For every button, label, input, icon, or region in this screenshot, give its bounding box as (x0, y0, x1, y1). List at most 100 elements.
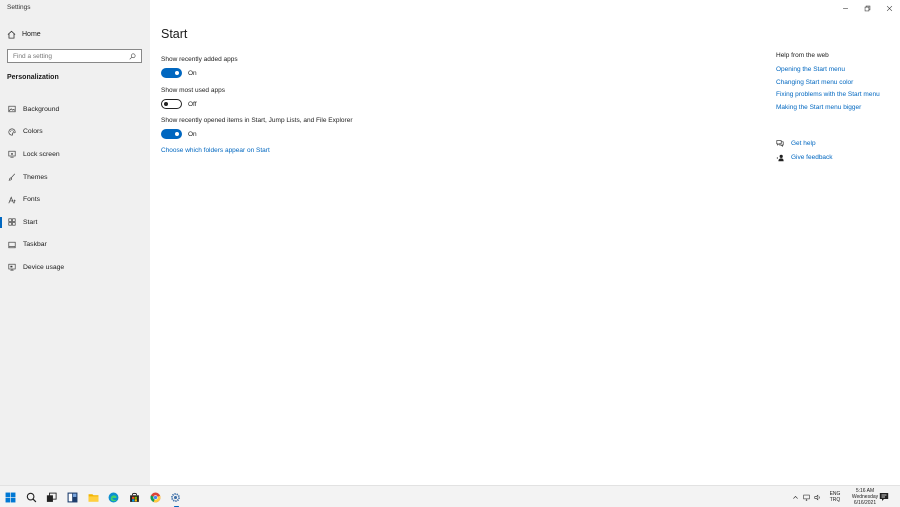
file-explorer-icon (88, 493, 99, 502)
chrome-icon (150, 492, 161, 502)
restore-button[interactable] (856, 0, 878, 16)
toggle-state-label: Off (188, 100, 197, 108)
setting-label-recently-added: Show recently added apps (161, 56, 238, 63)
sidebar-item-fonts[interactable]: Fonts (0, 188, 150, 211)
get-help-button[interactable]: Get help (776, 136, 833, 151)
font-icon (8, 196, 16, 203)
help-title: Help from the web (776, 52, 829, 59)
nav-home[interactable]: Home (0, 27, 150, 41)
restore-icon (864, 5, 870, 11)
sidebar-item-themes[interactable]: Themes (0, 166, 150, 189)
home-icon (7, 30, 16, 39)
toggle-knob (164, 102, 168, 106)
help-link-making-bigger[interactable]: Making the Start menu bigger (776, 103, 900, 116)
sidebar: Settings Home Personalization Background… (0, 0, 150, 485)
taskbar-edge-button[interactable] (103, 486, 124, 507)
choose-folders-link[interactable]: Choose which folders appear on Start (161, 147, 270, 154)
device-usage-icon (8, 264, 16, 271)
minimize-button[interactable] (834, 0, 856, 16)
clock-button[interactable]: 5:16 AM Wednesday 6/16/2021 (848, 488, 882, 507)
toggle-state-label: On (188, 130, 197, 138)
help-panel: Help from the web Opening the Start menu… (776, 52, 900, 161)
taskbar-start-button[interactable] (0, 486, 21, 507)
toggle-most-used-apps[interactable] (161, 99, 182, 109)
input-language-button[interactable]: ENG TRQ (827, 491, 843, 503)
toggle-recently-opened-items[interactable] (161, 129, 182, 139)
sidebar-item-label: Lock screen (23, 150, 60, 158)
nav-list: Background Colors Lock screen Themes Fon… (0, 98, 150, 279)
give-feedback-button[interactable]: Give feedback (776, 151, 833, 166)
sidebar-item-label: Themes (23, 173, 48, 181)
settings-gear-icon (171, 492, 181, 502)
close-icon (886, 5, 892, 11)
help-link-changing-color[interactable]: Changing Start menu color (776, 78, 900, 91)
taskbar-task-view-button[interactable] (41, 486, 62, 507)
toggle-row-most-used: Off (161, 99, 197, 109)
get-help-label[interactable]: Get help (791, 140, 816, 147)
window-title: Settings (7, 4, 31, 11)
picture-icon (8, 106, 16, 113)
palette-icon (8, 128, 16, 136)
sidebar-item-label: Taskbar (23, 241, 47, 249)
task-view-icon (47, 492, 57, 502)
main-content: Start Show recently added apps On Show m… (150, 0, 900, 485)
chevron-up-icon (793, 495, 798, 499)
taskbar-settings-button[interactable] (166, 486, 187, 507)
chat-help-icon (776, 140, 784, 148)
search-box[interactable] (7, 49, 142, 63)
give-feedback-label[interactable]: Give feedback (791, 154, 833, 161)
keyboard-layout: TRQ (829, 497, 841, 503)
taskbar-store-button[interactable] (124, 486, 145, 507)
sidebar-item-background[interactable]: Background (0, 98, 150, 121)
network-icon (803, 494, 810, 501)
lock-screen-icon (8, 151, 16, 159)
window-controls (834, 0, 900, 16)
nav-home-label: Home (22, 30, 41, 38)
help-links: Opening the Start menu Changing Start me… (776, 65, 900, 115)
edge-icon (108, 492, 119, 502)
system-tray: ENG TRQ 5:16 AM Wednesday 6/16/2021 (790, 486, 882, 507)
sidebar-item-label: Background (23, 105, 60, 113)
taskbar-search-button[interactable] (21, 486, 42, 507)
toggle-knob (175, 132, 179, 136)
sidebar-item-label: Fonts (23, 196, 40, 204)
search-icon (26, 492, 36, 502)
toggle-recently-added-apps[interactable] (161, 68, 182, 78)
sidebar-item-start[interactable]: Start (0, 211, 150, 234)
volume-button[interactable] (812, 486, 823, 507)
help-link-fixing-problems[interactable]: Fixing problems with the Start menu (776, 90, 900, 103)
feedback-icon (776, 154, 784, 161)
taskbar-file-explorer-button[interactable] (83, 486, 104, 507)
taskbar-apps (0, 486, 186, 507)
network-button[interactable] (801, 486, 812, 507)
notification-center-button[interactable] (878, 491, 890, 503)
sidebar-item-label: Start (23, 218, 38, 226)
widgets-icon (67, 492, 78, 502)
taskbar-widgets-button[interactable] (62, 486, 83, 507)
section-label: Personalization (7, 74, 59, 81)
taskbar-icon (8, 241, 16, 248)
brush-icon (8, 173, 16, 181)
setting-label-most-used: Show most used apps (161, 87, 225, 94)
taskbar: ENG TRQ 5:16 AM Wednesday 6/16/2021 (0, 485, 900, 507)
sidebar-item-colors[interactable]: Colors (0, 121, 150, 144)
search-icon[interactable] (129, 53, 136, 60)
toggle-row-recently-opened: On (161, 129, 197, 139)
sidebar-item-label: Device usage (23, 263, 65, 271)
toggle-knob (175, 71, 179, 75)
sidebar-item-device-usage[interactable]: Device usage (0, 256, 150, 279)
close-button[interactable] (878, 0, 900, 16)
start-layout-icon (8, 218, 16, 226)
sidebar-item-taskbar[interactable]: Taskbar (0, 234, 150, 257)
sidebar-item-label: Colors (23, 128, 43, 136)
toggle-row-recently-added: On (161, 68, 197, 78)
toggle-state-label: On (188, 69, 197, 77)
help-actions: Get help Give feedback (776, 136, 833, 165)
windows-start-icon (5, 492, 16, 502)
search-input[interactable] (13, 52, 129, 60)
sidebar-item-lock-screen[interactable]: Lock screen (0, 143, 150, 166)
help-link-opening-start[interactable]: Opening the Start menu (776, 65, 900, 78)
show-hidden-icons-button[interactable] (790, 486, 801, 507)
taskbar-chrome-button[interactable] (145, 486, 166, 507)
speaker-icon (814, 494, 820, 500)
